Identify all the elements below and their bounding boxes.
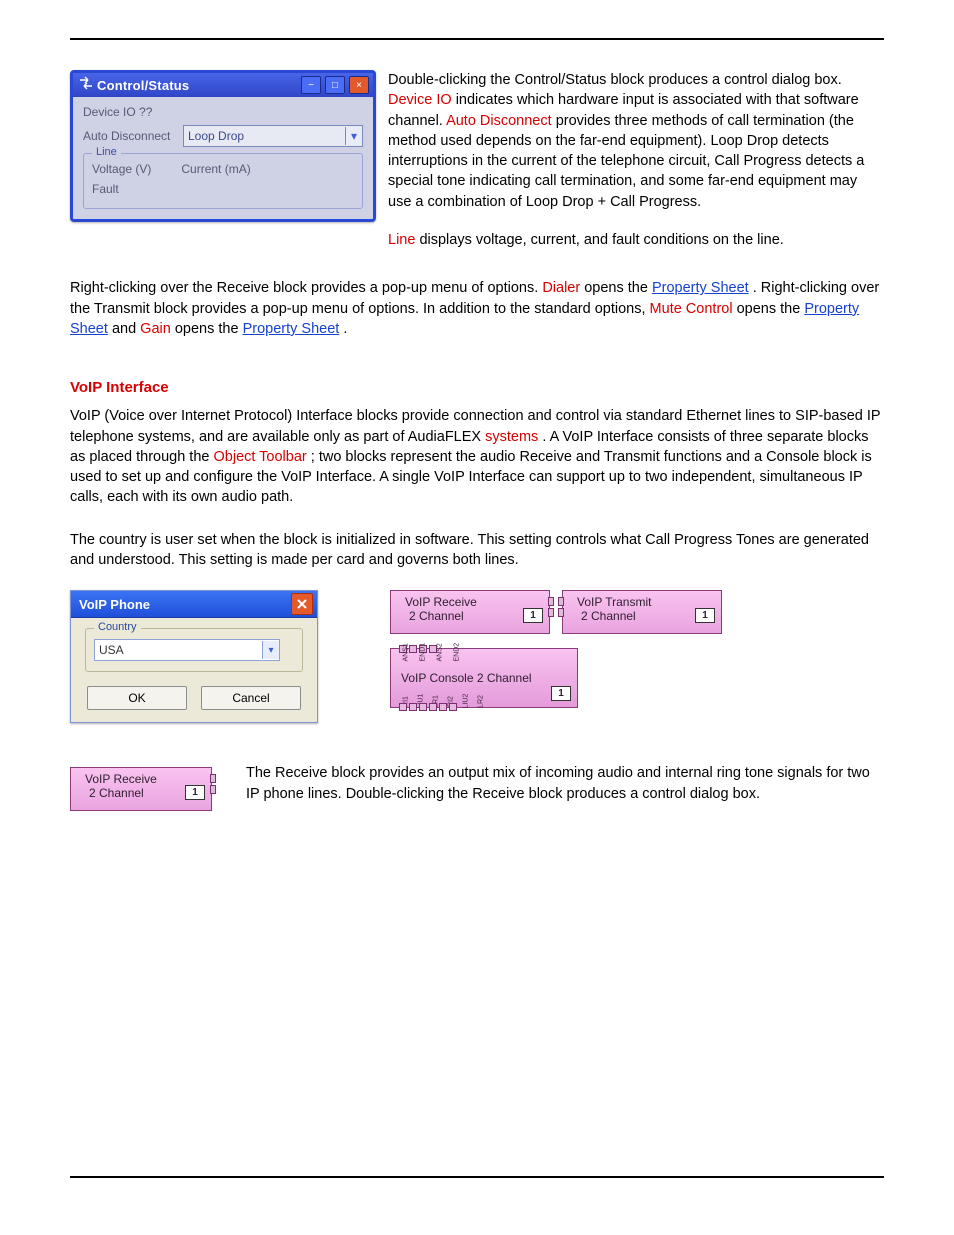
voip-transmit-block[interactable]: VoIP Transmit 2 Channel 1 <box>562 590 722 634</box>
close-button[interactable] <box>291 593 313 615</box>
line-legend: Line <box>92 146 121 158</box>
rule-top <box>70 38 884 40</box>
dialog-actions: OK Cancel <box>85 686 303 710</box>
voip-receive-block[interactable]: VoIP Receive 2 Channel 1 <box>390 590 550 634</box>
voip-phone-body: Country USA ▾ OK Cancel <box>71 618 317 722</box>
voip-receive-sub: 2 Channel <box>89 786 144 800</box>
port-label: LIU2 <box>463 695 470 709</box>
control-status-window-wrap: Control/Status − □ × Device IO ?? Auto D… <box>70 70 376 250</box>
country-group: Country USA ▾ <box>85 628 303 672</box>
mid-paragraph: Right-clicking over the Receive block pr… <box>70 278 884 339</box>
input-ports <box>558 597 564 617</box>
voip-intro-paragraph: VoIP (Voice over Internet Protocol) Inte… <box>70 406 884 507</box>
page: Control/Status − □ × Device IO ?? Auto D… <box>0 0 954 1235</box>
voip-interface-heading: VoIP Interface <box>70 379 884 396</box>
row-control-status: Control/Status − □ × Device IO ?? Auto D… <box>70 70 884 250</box>
dialer-red: Dialer <box>542 280 580 296</box>
property-sheet-link-3[interactable]: Property Sheet <box>243 321 340 337</box>
country-legend: Country <box>94 621 141 633</box>
voip-receive-title: VoIP Receive <box>71 768 211 786</box>
voip-transmit-title: VoIP Transmit <box>563 591 721 609</box>
voip-receive-sub: 2 Channel <box>409 609 464 623</box>
receive-description: The Receive block provides an output mix… <box>246 763 884 804</box>
voip-receive-title: VoIP Receive <box>391 591 549 609</box>
port-label: LR2 <box>478 695 485 709</box>
port-label: END1 <box>420 648 427 662</box>
port-label: END2 <box>454 648 461 662</box>
gain-red: Gain <box>140 321 171 337</box>
voip-phone-titlebar[interactable]: VoIP Phone <box>71 591 317 618</box>
object-toolbar-red: Object Toolbar <box>214 449 307 465</box>
country-value: USA <box>99 643 124 657</box>
voip-phone-title: VoIP Phone <box>79 597 150 612</box>
auto-disconnect-value: Loop Drop <box>188 129 244 143</box>
output-ports <box>210 774 216 794</box>
control-status-window: Control/Status − □ × Device IO ?? Auto D… <box>70 70 376 222</box>
device-io-label: Device IO ?? <box>83 105 183 119</box>
line-red: Line <box>388 232 415 248</box>
line-group: Line Voltage (V) Current (mA) Fault <box>83 153 363 209</box>
mute-control-red: Mute Control <box>650 301 733 317</box>
text: opens the <box>584 280 652 296</box>
port-label: ANS1 <box>403 648 410 662</box>
bottom-ports <box>399 703 457 711</box>
current-label: Current (mA) <box>181 162 250 176</box>
voip-transmit-sub: 2 Channel <box>581 609 636 623</box>
content: Control/Status − □ × Device IO ?? Auto D… <box>70 70 884 811</box>
voltage-label: Voltage (V) <box>92 162 151 176</box>
close-button[interactable]: × <box>349 76 369 94</box>
block-number: 1 <box>185 785 205 800</box>
auto-disconnect-red: Auto Disconnect <box>446 113 552 129</box>
chevron-down-icon: ▾ <box>262 641 279 659</box>
text: displays voltage, current, and fault con… <box>419 232 783 248</box>
chevron-down-icon: ▾ <box>345 127 362 145</box>
voip-receive-block-small[interactable]: VoIP Receive 2 Channel 1 <box>70 767 212 811</box>
block-number: 1 <box>551 686 571 701</box>
block-number: 1 <box>523 608 543 623</box>
voip-console-block[interactable]: ANS1 END1 ANS2 END2 VoIP Console 2 Chann… <box>390 648 578 708</box>
auto-disconnect-label: Auto Disconnect <box>83 129 183 143</box>
control-status-title: Control/Status <box>97 78 297 93</box>
systems-red: systems <box>485 429 538 445</box>
maximize-button[interactable]: □ <box>325 76 345 94</box>
port-label: ANS2 <box>437 648 444 662</box>
control-status-body: Device IO ?? Auto Disconnect Loop Drop ▾… <box>73 97 373 219</box>
control-status-paragraph: Double-clicking the Control/Status block… <box>388 70 884 250</box>
text: Right-clicking over the Receive block pr… <box>70 280 542 296</box>
text: Double-clicking the Control/Status block… <box>388 72 842 88</box>
voip-blocks-diagram: VoIP Receive 2 Channel 1 VoIP Transmit 2… <box>390 590 730 708</box>
minimize-button[interactable]: − <box>301 76 321 94</box>
voip-console-title: VoIP Console 2 Channel <box>401 671 532 685</box>
swap-icon <box>79 76 93 94</box>
control-status-titlebar[interactable]: Control/Status − □ × <box>73 73 373 97</box>
device-io-red: Device IO <box>388 92 452 108</box>
top-port-labels: ANS1 END1 ANS2 END2 <box>399 651 464 658</box>
close-icon <box>296 598 308 610</box>
rule-bottom <box>70 1176 884 1178</box>
voip-phone-dialog: VoIP Phone Country USA ▾ OK <box>70 590 318 723</box>
auto-disconnect-select[interactable]: Loop Drop ▾ <box>183 125 363 147</box>
country-paragraph: The country is user set when the block i… <box>70 530 884 571</box>
country-select[interactable]: USA ▾ <box>94 639 280 661</box>
row-dialogs: VoIP Phone Country USA ▾ OK <box>70 590 884 723</box>
fault-label: Fault <box>92 182 119 196</box>
output-ports <box>548 597 554 617</box>
text: opens the <box>175 321 243 337</box>
property-sheet-link-1[interactable]: Property Sheet <box>652 280 749 296</box>
block-number: 1 <box>695 608 715 623</box>
cancel-button[interactable]: Cancel <box>201 686 301 710</box>
row-receive-desc: VoIP Receive 2 Channel 1 The Receive blo… <box>70 763 884 811</box>
ok-button[interactable]: OK <box>87 686 187 710</box>
text: and <box>112 321 140 337</box>
text: . <box>343 321 347 337</box>
text: opens the <box>737 301 805 317</box>
